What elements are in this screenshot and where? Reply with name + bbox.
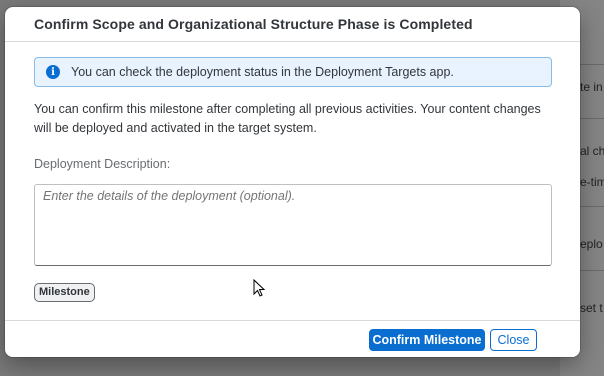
info-message-text: You can check the deployment status in t… [71,65,454,79]
background-snippet: e-tim [580,175,604,189]
info-icon: i [46,65,60,79]
background-snippet: al ch [580,144,604,158]
deployment-description-input[interactable] [34,184,552,266]
dialog-footer: Confirm Milestone Close [5,320,580,357]
dialog-body-text: You can confirm this milestone after com… [34,102,541,135]
background-snippet: te in [580,80,603,94]
milestone-tag: Milestone [34,283,95,302]
close-button[interactable]: Close [490,329,537,351]
dialog-header: Confirm Scope and Organizational Structu… [5,7,580,42]
confirm-milestone-button[interactable]: Confirm Milestone [369,329,485,351]
mouse-cursor-icon [253,279,265,297]
deployment-description-label: Deployment Description: [34,157,171,171]
dialog-title: Confirm Scope and Organizational Structu… [34,16,473,32]
confirm-milestone-dialog: Confirm Scope and Organizational Structu… [5,7,580,357]
background-snippet: eplo [580,237,603,251]
background-snippet: set t [580,301,603,315]
info-message-strip: i You can check the deployment status in… [34,57,552,87]
